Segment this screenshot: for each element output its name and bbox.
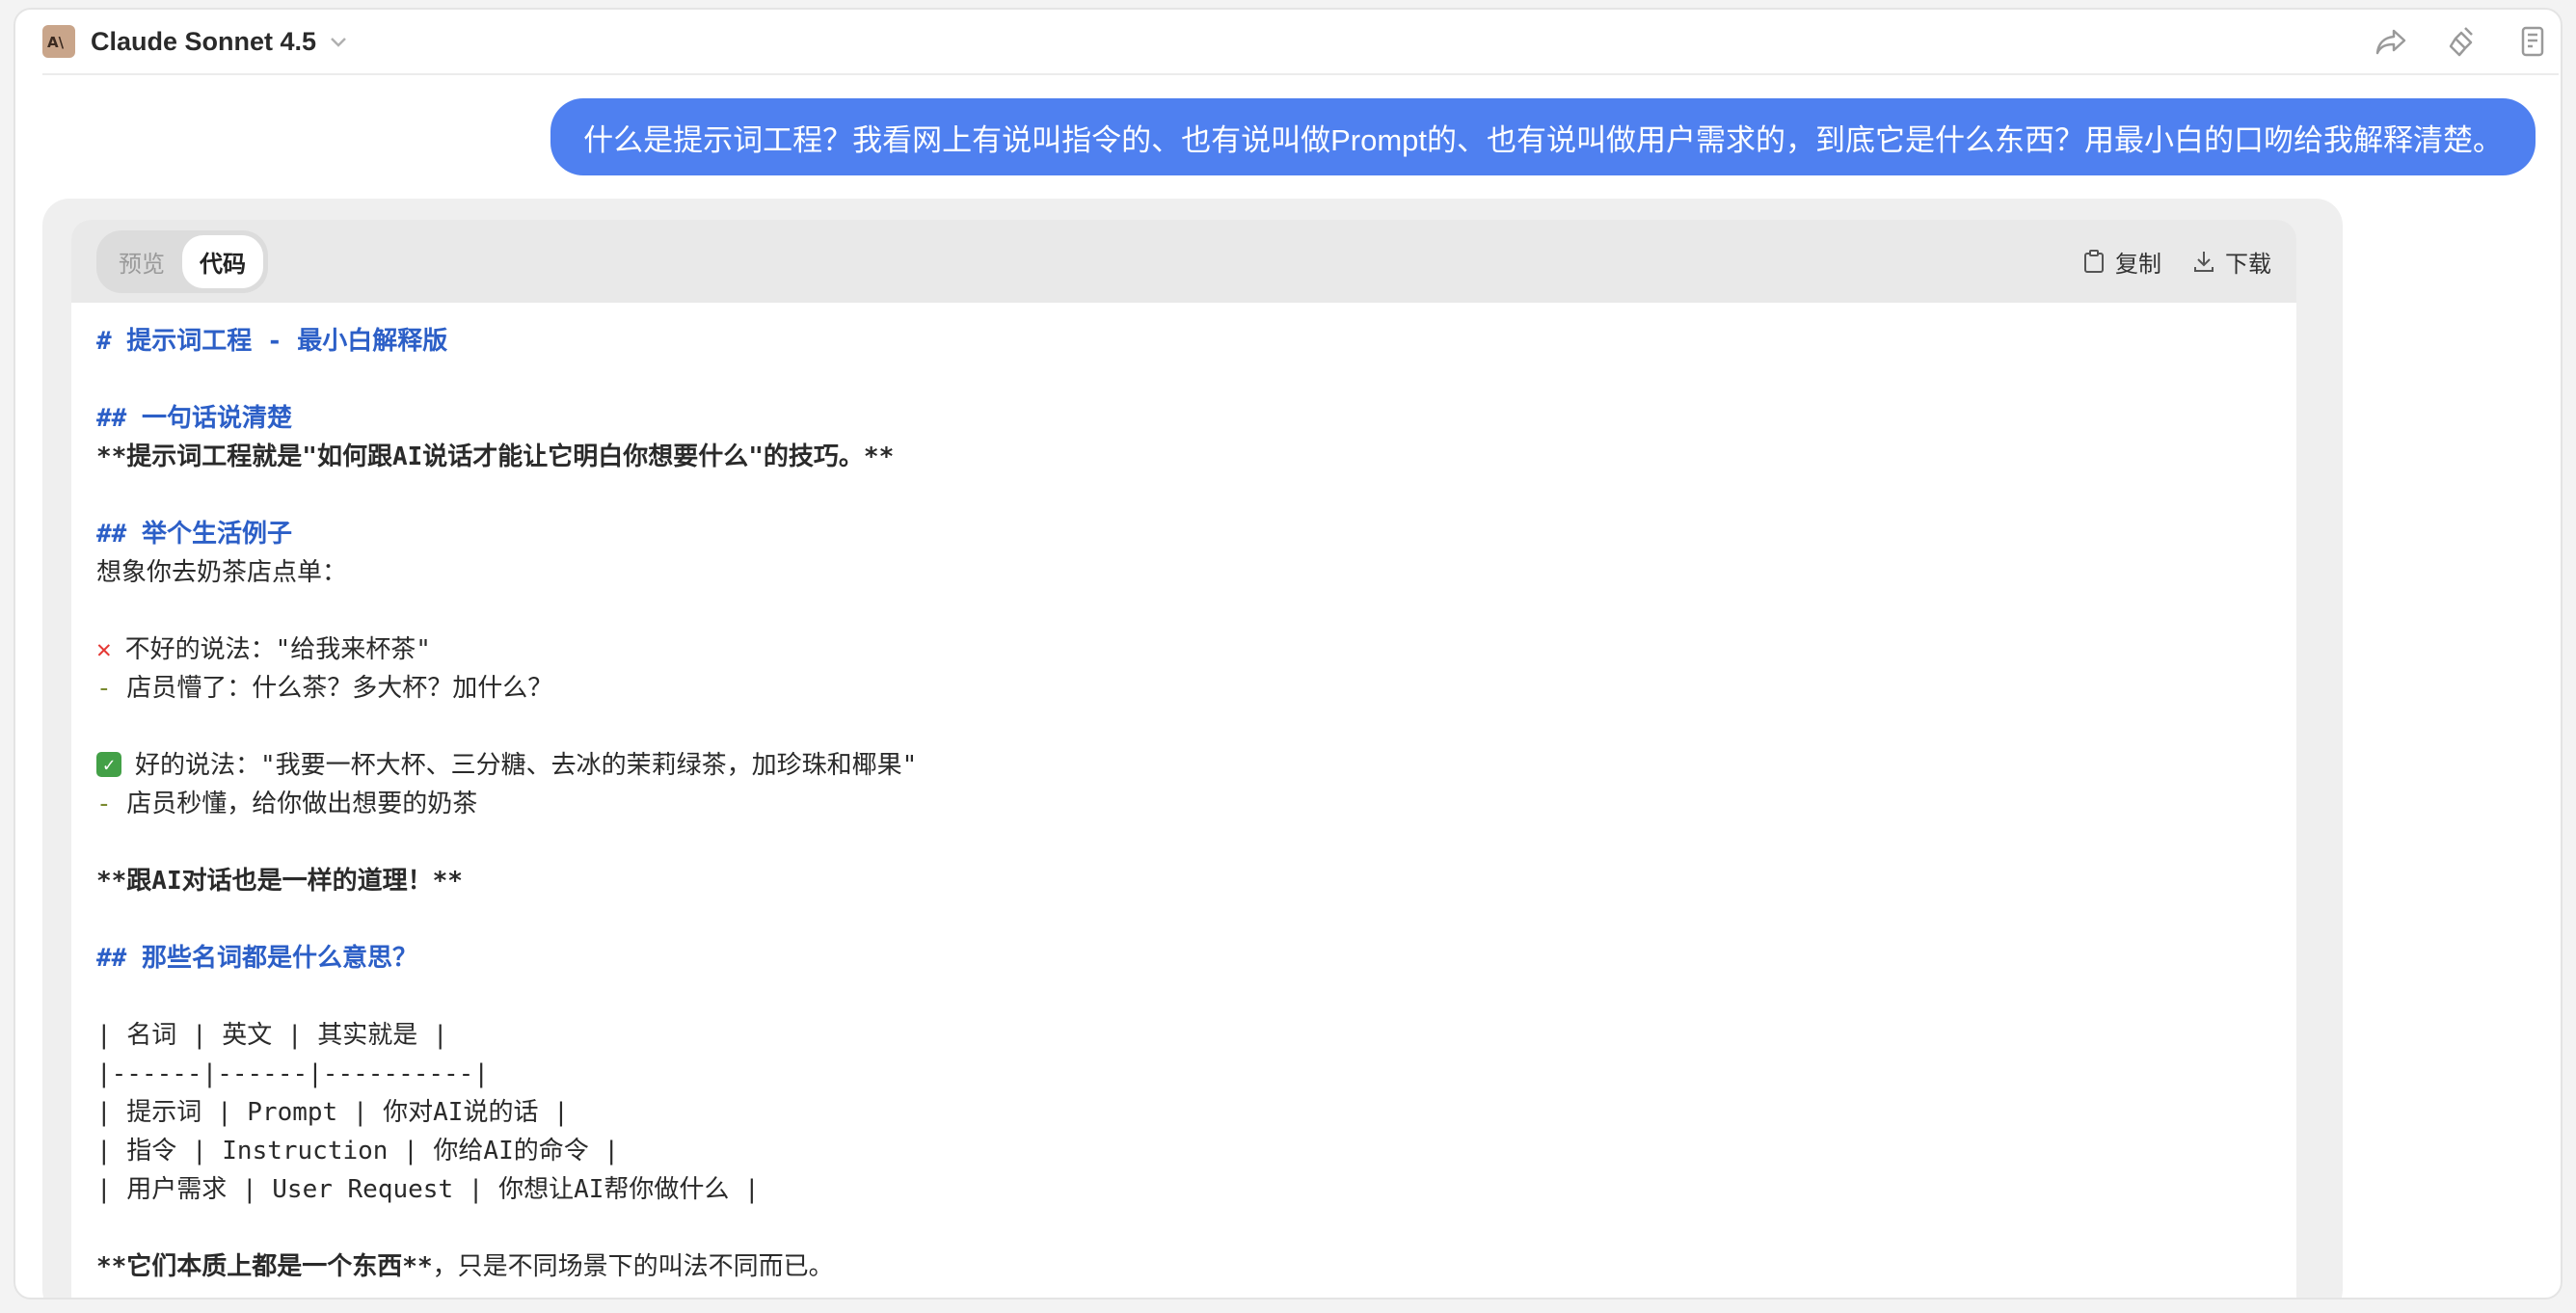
anthropic-logo-icon: A\: [42, 25, 75, 58]
code-line: | 用户需求 | User Request | 你想让AI帮你做什么 |: [96, 1175, 760, 1204]
view-tabs: 预览 代码: [96, 229, 268, 293]
code-line: **跟AI对话也是一样的道理！**: [96, 867, 463, 896]
code-line-text: 店员懵了：什么茶？多大杯？加什么？: [111, 674, 553, 703]
download-icon: [2194, 252, 2214, 272]
code-line-text: ，只是不同场景下的叫法不同而已。: [432, 1252, 834, 1281]
user-message-bubble: 什么是提示词工程？我看网上有说叫指令的、也有说叫做Prompt的、也有说叫做用户…: [550, 98, 2536, 175]
list-dash: -: [96, 790, 112, 818]
cross-mark-icon: ✕: [96, 635, 112, 664]
code-line: ✕ 不好的说法："给我来杯茶": [96, 630, 2271, 669]
code-line: 想象你去奶茶店点单：: [96, 558, 348, 587]
model-name[interactable]: Claude Sonnet 4.5: [91, 27, 316, 57]
assistant-message: 预览 代码 复制 下载 # 提示词工程 - 最小白解释版 ## 一句话说清楚 *…: [42, 199, 2343, 1298]
code-line: # 提示词工程 - 最小白解释版: [96, 327, 448, 356]
tab-preview[interactable]: 预览: [101, 235, 182, 288]
code-line: ## 举个生活例子: [96, 520, 292, 549]
code-line: ## 一句话说清楚: [96, 404, 292, 433]
tab-code[interactable]: 代码: [182, 234, 263, 288]
share-icon[interactable]: [2374, 24, 2408, 59]
code-line: ## 那些名词都是什么意思？: [96, 944, 417, 973]
copy-button[interactable]: 复制: [2082, 245, 2161, 279]
code-line: | 名词 | 英文 | 其实就是 |: [96, 1021, 448, 1050]
notes-icon[interactable]: [2516, 24, 2551, 59]
code-content: # 提示词工程 - 最小白解释版 ## 一句话说清楚 **提示词工程就是"如何跟…: [71, 303, 2296, 1298]
download-label: 下载: [2225, 251, 2271, 278]
download-button[interactable]: 下载: [2192, 245, 2271, 279]
code-panel-toolbar: 预览 代码 复制 下载: [71, 220, 2296, 303]
code-line-bold: **它们本质上都是一个东西**: [96, 1252, 433, 1281]
code-line: - 店员秒懂，给你做出想要的奶茶: [96, 785, 2271, 823]
code-panel: 预览 代码 复制 下载 # 提示词工程 - 最小白解释版 ## 一句话说清楚 *…: [71, 220, 2296, 1298]
chat-window: A\ Claude Sonnet 4.5 什么是提示词工程？我看网上有说叫指令的…: [13, 8, 2563, 1300]
code-line: **提示词工程就是"如何跟AI说话才能让它明白你想要什么"的技巧。**: [96, 442, 895, 471]
code-line: - 店员懵了：什么茶？多大杯？加什么？: [96, 669, 2271, 708]
chat-header: A\ Claude Sonnet 4.5: [42, 10, 2559, 75]
code-line: | 提示词 | Prompt | 你对AI说的话 |: [96, 1098, 569, 1127]
code-line: |------|------|----------|: [96, 1059, 489, 1088]
code-line-text: 好的说法："我要一杯大杯、三分糖、去冰的茉莉绿茶，加珍珠和椰果": [135, 751, 918, 780]
list-dash: -: [96, 674, 112, 703]
svg-text:A\: A\: [47, 34, 65, 51]
check-mark-icon: ✓: [96, 751, 121, 777]
chevron-down-icon[interactable]: [330, 36, 347, 47]
copy-label: 复制: [2115, 251, 2161, 278]
clipboard-icon: [2084, 250, 2104, 273]
code-line: **它们本质上都是一个东西**，只是不同场景下的叫法不同而已。: [96, 1247, 2271, 1286]
code-line-text: 不好的说法："给我来杯茶": [124, 635, 431, 664]
code-line-text: 店员秒懂，给你做出想要的奶茶: [111, 790, 478, 818]
code-line: | 指令 | Instruction | 你给AI的命令 |: [96, 1137, 620, 1166]
code-line: ✓ 好的说法："我要一杯大杯、三分糖、去冰的茉莉绿茶，加珍珠和椰果": [96, 746, 2271, 785]
clear-icon[interactable]: [2445, 24, 2480, 59]
